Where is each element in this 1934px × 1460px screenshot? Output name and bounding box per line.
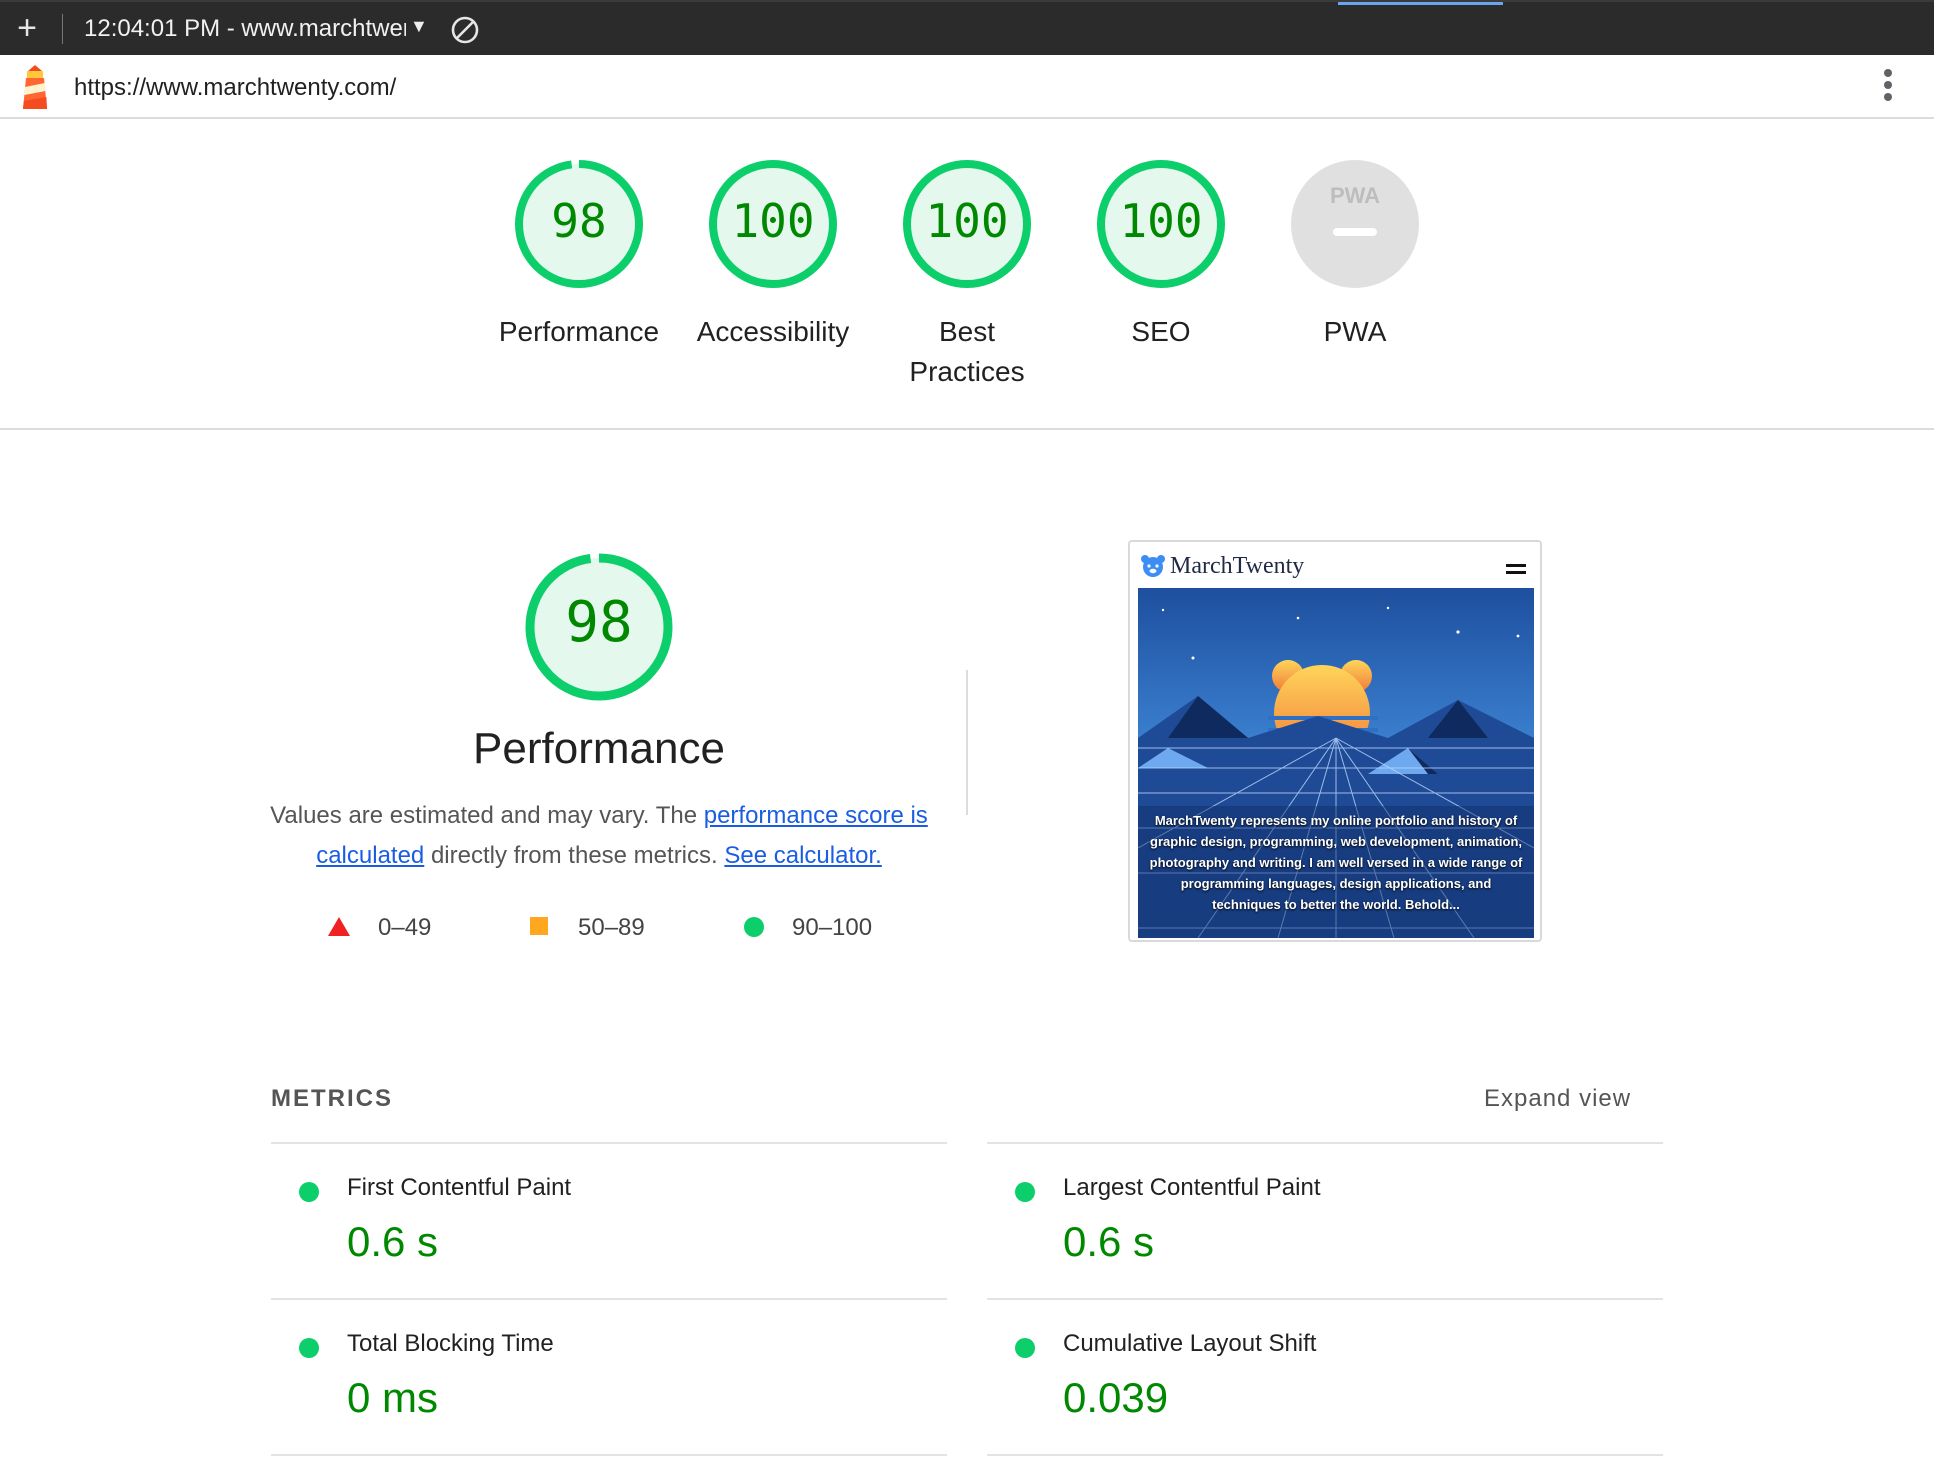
thumbnail-brand: MarchTwenty [1170,553,1305,579]
thumbnail-header: MarchTwenty [1130,542,1540,586]
pass-circle-icon [1015,1338,1035,1358]
metric-value: 0 ms [347,1374,439,1421]
category-label: PWA [1323,316,1387,347]
square-icon [530,917,548,935]
pwa-badge-icon: PWA [1291,160,1419,288]
thumbnail-hero-image: MarchTwenty represents my online portfol… [1138,588,1534,938]
kebab-menu-icon[interactable] [1878,69,1898,105]
gauge-seo[interactable]: 100 SEO [1071,158,1251,352]
active-tab-indicator [1338,2,1503,5]
lighthouse-icon [23,65,47,109]
metric-value: 0.039 [1063,1374,1169,1421]
score-legend: 0–49 50–89 90–100 [0,912,1000,942]
gauge-accessibility[interactable]: 100 Accessibility [683,158,863,352]
chevron-down-icon[interactable]: ▼ [410,16,428,37]
hamburger-icon [1506,564,1526,578]
score-value: 100 [925,194,1009,248]
toolbar-separator [62,14,63,44]
expand-view-button[interactable]: Expand view [1484,1085,1631,1113]
devtools-toolbar: + 12:04:01 PM - www.marchtwenty.com ▼ [0,0,1934,55]
pass-circle-icon [299,1182,319,1202]
gauge-performance[interactable]: 98 Performance [489,158,669,352]
category-label: Accessibility [696,316,850,347]
score-value: 100 [1119,194,1203,248]
circle-icon [744,917,764,937]
metric-cumulative-layout-shift: Cumulative Layout Shift 0.039 [987,1298,1663,1454]
gauge-pwa[interactable]: PWA PWA [1265,158,1445,352]
category-summary: 98 Performance 100 Accessibility 100 Bes… [0,158,1934,428]
gauge-best-practices[interactable]: 100 Best Practices [877,158,1057,392]
metric-name: Largest Contentful Paint [1063,1174,1321,1201]
score-value: 98 [551,194,607,248]
vertical-divider [966,670,968,815]
metrics-divider [987,1454,1663,1456]
summary-divider [0,428,1934,430]
score-value: 100 [731,194,815,248]
thumbnail-body-text: MarchTwenty represents my online portfol… [1149,813,1523,912]
metric-name: Cumulative Layout Shift [1063,1330,1317,1357]
metric-name: First Contentful Paint [347,1174,572,1201]
category-label: Best Practices [909,316,1025,387]
triangle-icon [328,917,350,936]
metric-first-contentful-paint: First Contentful Paint 0.6 s [271,1142,947,1298]
performance-title: Performance [473,724,725,773]
performance-score: 98 [565,590,633,655]
metrics-divider [271,1454,947,1456]
report-url[interactable]: https://www.marchtwenty.com/ [74,74,396,102]
pass-circle-icon [299,1338,319,1358]
category-label: SEO [1131,316,1191,347]
metrics-heading: METRICS [271,1085,393,1112]
pass-circle-icon [1015,1182,1035,1202]
final-screenshot[interactable]: MarchTwenty MarchTwenty represents my on… [1128,540,1542,942]
bear-logo-icon [1141,555,1165,577]
metric-value: 0.6 s [1063,1218,1155,1265]
metric-total-blocking-time: Total Blocking Time 0 ms [271,1298,947,1454]
report-selector[interactable]: 12:04:01 PM - www.marchtwenty.com [84,15,406,43]
pwa-badge-text: PWA [1330,183,1380,208]
new-report-button[interactable]: + [12,11,42,45]
block-icon[interactable] [450,15,480,45]
metric-name: Total Blocking Time [347,1330,554,1357]
performance-description: Values are estimated and may vary. The p… [270,802,928,869]
see-calculator-link[interactable]: See calculator. [724,842,881,869]
metric-value: 0.6 s [347,1218,439,1265]
metric-largest-contentful-paint: Largest Contentful Paint 0.6 s [987,1142,1663,1298]
report-url-bar: https://www.marchtwenty.com/ [0,55,1934,119]
category-label: Performance [498,316,660,347]
